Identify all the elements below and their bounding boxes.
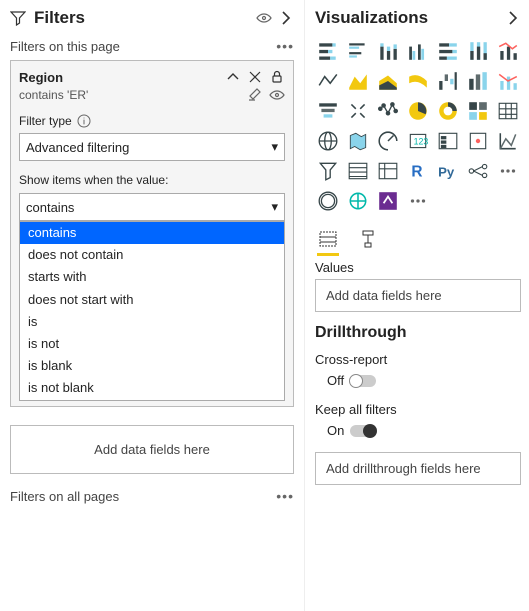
viz-kpi-icon[interactable]: 123 [405, 128, 431, 154]
caret-down-icon: ▾ [271, 139, 278, 155]
viz-pie-icon[interactable] [435, 98, 461, 124]
viz-matrix-icon[interactable] [495, 98, 521, 124]
viz-arcgis-icon[interactable] [315, 188, 341, 214]
values-label: Values [315, 260, 521, 275]
filter-type-value: Advanced filtering [26, 140, 129, 155]
viz-app-icon[interactable] [375, 188, 401, 214]
viz-multi-card-icon[interactable] [405, 98, 431, 124]
viz-funnel-col-icon[interactable] [465, 68, 491, 94]
lock-icon[interactable] [269, 69, 285, 85]
svg-text:Py: Py [438, 165, 455, 180]
filter-card-subtitle: contains 'ER' [19, 88, 88, 102]
drillthrough-dropzone[interactable]: Add drillthrough fields here [315, 452, 521, 485]
filter-card-title: Region [19, 70, 63, 85]
viz-r-visual-icon[interactable]: R [405, 158, 431, 184]
operator-options-list: containsdoes not containstarts withdoes … [19, 221, 285, 401]
cross-report-label: Cross-report [315, 352, 521, 367]
viz-line-icon[interactable] [315, 68, 341, 94]
viz-donut-icon[interactable] [465, 98, 491, 124]
operator-option[interactable]: does not start with [20, 289, 284, 311]
viz-funnel-icon[interactable] [315, 98, 341, 124]
viz-ribbon-icon[interactable] [405, 68, 431, 94]
viz-line-dots-icon[interactable] [465, 158, 491, 184]
eye-icon[interactable] [269, 87, 285, 103]
caret-down-icon: ▾ [271, 199, 278, 215]
filter-type-select[interactable]: Advanced filtering ▾ [19, 133, 285, 161]
visualizations-pane: Visualizations 123 R Py Values Add data fi… [305, 0, 529, 611]
values-dropzone[interactable]: Add data fields here [315, 279, 521, 312]
filters-on-all-text: Filters on all pages [10, 489, 119, 504]
operator-option[interactable]: contains [20, 222, 284, 244]
operator-option[interactable]: is not blank [20, 377, 284, 399]
viz-stacked100-col-icon[interactable] [465, 38, 491, 64]
viz-gauge-icon[interactable] [345, 98, 371, 124]
cross-report-toggle[interactable]: Off [327, 373, 521, 388]
info-icon[interactable] [76, 113, 92, 129]
keep-all-filters-label: Keep all filters [315, 402, 521, 417]
operator-option[interactable]: starts with [20, 266, 284, 288]
filter-icon [10, 10, 26, 26]
drillthrough-title: Drillthrough [315, 324, 521, 342]
viz-title: Visualizations [315, 8, 428, 28]
operator-option[interactable]: is blank [20, 355, 284, 377]
viz-table-icon[interactable] [465, 128, 491, 154]
fields-tab[interactable] [315, 224, 341, 254]
operator-option[interactable]: is [20, 311, 284, 333]
filters-title: Filters [34, 8, 85, 28]
viz-gallery: 123 R Py [315, 38, 521, 214]
erase-icon[interactable] [247, 87, 263, 103]
viz-filled-map-icon[interactable] [345, 128, 371, 154]
viz-treemap-icon[interactable] [375, 128, 401, 154]
svg-text:R: R [411, 164, 422, 181]
close-icon[interactable] [247, 69, 263, 85]
viz-map-icon[interactable] [315, 128, 341, 154]
operator-option[interactable]: does not contain [20, 244, 284, 266]
eye-icon[interactable] [256, 10, 272, 26]
chevron-right-icon[interactable] [278, 10, 294, 26]
viz-decomp-icon[interactable] [345, 158, 371, 184]
svg-text:123: 123 [414, 136, 429, 146]
viz-stacked-bar-icon[interactable] [315, 38, 341, 64]
filters-on-page-text: Filters on this page [10, 39, 120, 54]
filter-type-label: Filter type [19, 114, 72, 128]
viz-globe-icon[interactable] [345, 188, 371, 214]
chevron-right-icon[interactable] [505, 10, 521, 26]
viz-clustered-bar-icon[interactable] [345, 38, 371, 64]
viz-stacked100-bar-icon[interactable] [435, 38, 461, 64]
viz-slicer-icon[interactable] [435, 128, 461, 154]
tool-row [315, 224, 521, 254]
show-items-label: Show items when the value: [19, 173, 285, 187]
viz-card-icon[interactable] [375, 98, 401, 124]
viz-scatter-icon[interactable] [495, 128, 521, 154]
operator-option[interactable]: is not [20, 333, 284, 355]
viz-waterfall-icon[interactable] [435, 68, 461, 94]
viz-ellipsis-icon[interactable] [495, 158, 521, 184]
viz-clustered-col-icon[interactable] [405, 38, 431, 64]
viz-area-icon[interactable] [345, 68, 371, 94]
viz-qna-icon[interactable] [375, 158, 401, 184]
viz-key-influencers-icon[interactable] [315, 158, 341, 184]
operator-dropdown[interactable]: contains ▾ containsdoes not containstart… [19, 193, 285, 221]
more-icon[interactable]: ••• [276, 38, 294, 54]
filters-on-all-label: Filters on all pages ••• [10, 488, 294, 504]
viz-stacked-col-icon[interactable] [375, 38, 401, 64]
format-tab[interactable] [355, 224, 381, 254]
keep-all-value: On [327, 423, 344, 438]
viz-combo-icon[interactable] [495, 68, 521, 94]
viz-stacked-area-icon[interactable] [375, 68, 401, 94]
more-icon[interactable]: ••• [276, 488, 294, 504]
add-fields-dropzone[interactable]: Add data fields here [10, 425, 294, 474]
viz-col-line-icon[interactable] [495, 38, 521, 64]
keep-all-filters-toggle[interactable]: On [327, 423, 521, 438]
viz-more-icon[interactable] [405, 188, 431, 214]
filter-card-region: Region contains 'ER' Filter type Advance… [10, 60, 294, 407]
filters-pane: Filters Filters on this page ••• Region … [0, 0, 305, 611]
operator-value: contains [26, 200, 74, 215]
cross-report-value: Off [327, 373, 344, 388]
filters-on-page-label: Filters on this page ••• [10, 38, 294, 54]
filters-header: Filters [10, 8, 294, 28]
viz-py-visual-icon[interactable]: Py [435, 158, 461, 184]
chevron-up-icon[interactable] [225, 69, 241, 85]
viz-header: Visualizations [315, 8, 521, 28]
